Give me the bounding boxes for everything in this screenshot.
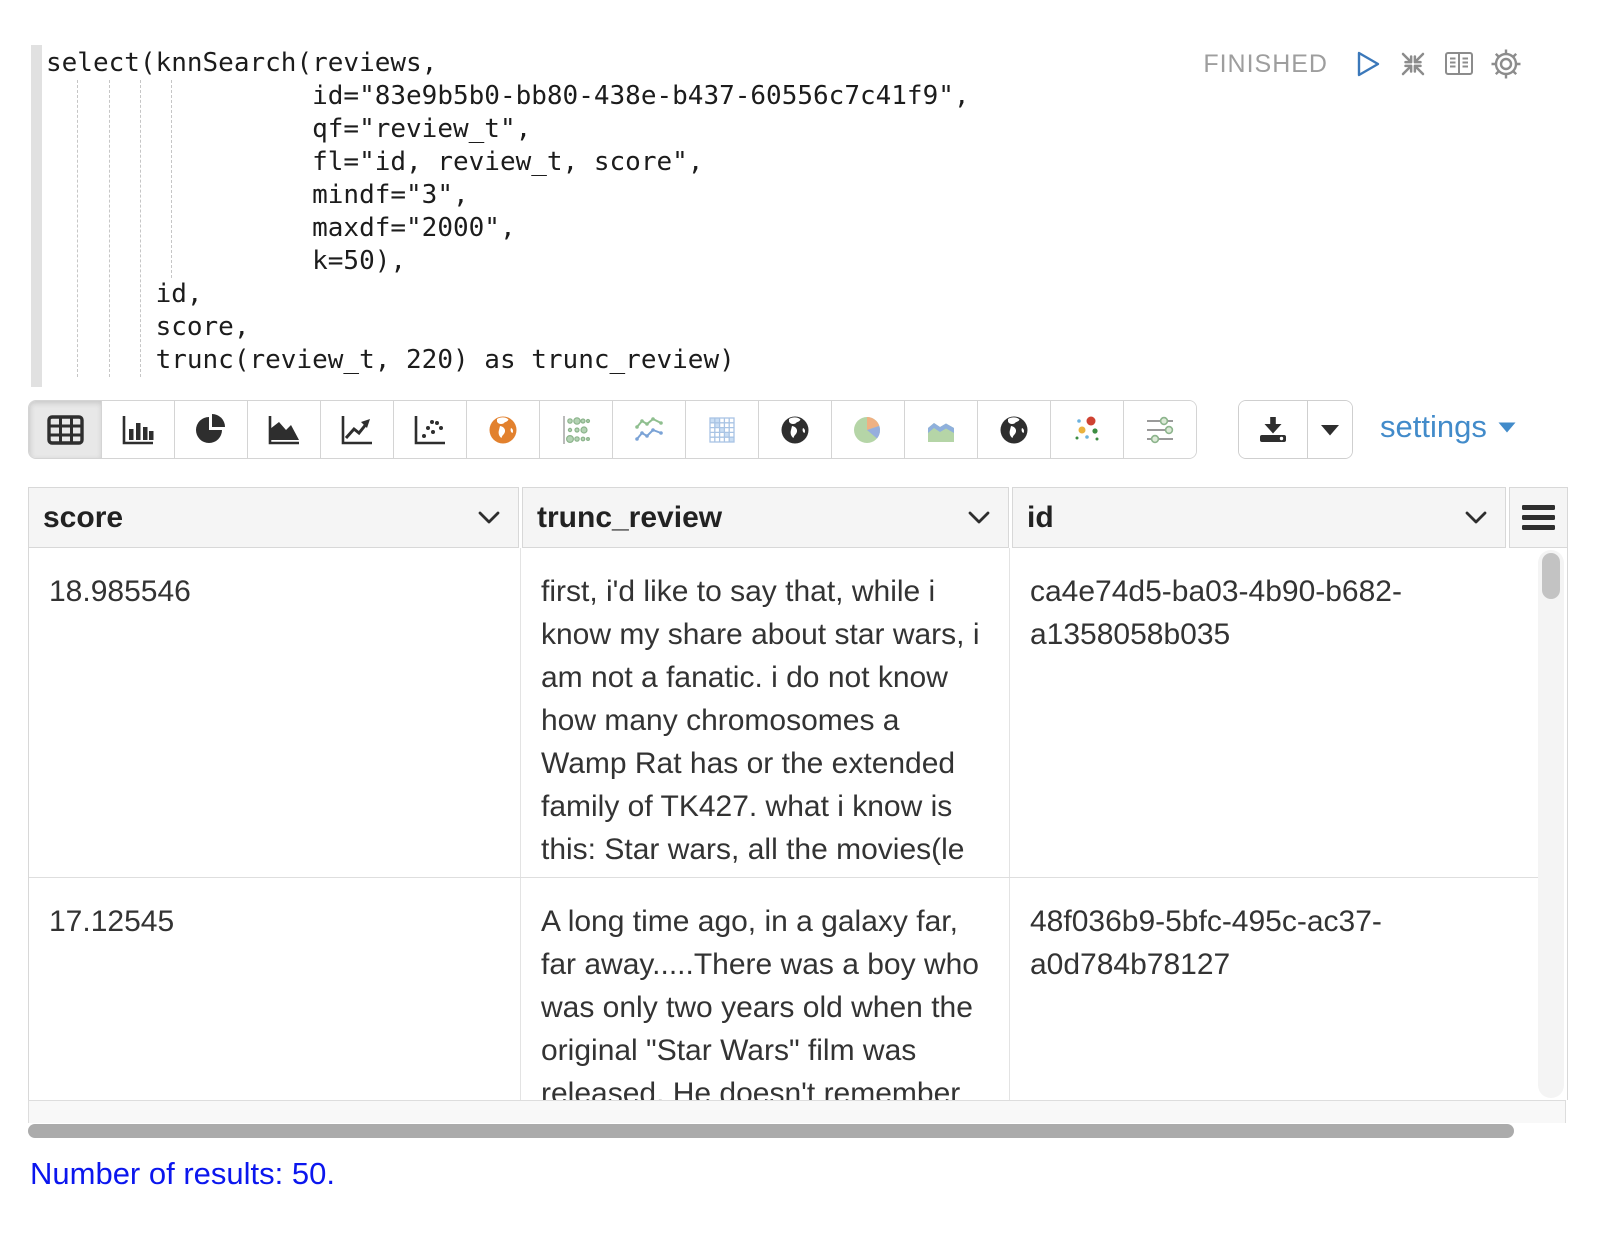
pie-chart-icon xyxy=(194,413,228,447)
viz-pie-colored-button[interactable] xyxy=(832,401,905,458)
heatmap-icon xyxy=(705,413,739,447)
status-label: FINISHED xyxy=(1203,50,1328,79)
viz-scatter-plot-button[interactable] xyxy=(394,401,467,458)
scatter-plot-icon xyxy=(412,414,448,446)
pie-chart-colored-icon xyxy=(851,413,885,447)
horizontal-scrollbar[interactable] xyxy=(28,1124,1568,1138)
viz-toolbar: settings xyxy=(28,400,1578,459)
show-editor-button[interactable] xyxy=(1443,50,1475,78)
vertical-scrollbar[interactable] xyxy=(1538,550,1564,1098)
line-chart-icon xyxy=(339,414,375,446)
code-line: mindf="3", xyxy=(46,179,970,212)
table-row: 18.985546 first, i'd like to say that, w… xyxy=(29,548,1538,878)
caret-down-icon xyxy=(1497,421,1517,434)
code-line: id="83e9b5b0-bb80-438e-b437-60556c7c41f9… xyxy=(46,80,970,113)
horizontal-scrollbar-thumb[interactable] xyxy=(28,1124,1514,1138)
column-header-id[interactable]: id xyxy=(1012,487,1506,548)
gear-icon xyxy=(1490,48,1522,80)
code-line: id, xyxy=(46,278,970,311)
table-body: 18.985546 first, i'd like to say that, w… xyxy=(28,548,1568,1100)
cell-score: 18.985546 xyxy=(29,548,521,877)
viz-area-colored-button[interactable] xyxy=(905,401,978,458)
table-menu-button[interactable] xyxy=(1509,487,1568,548)
viz-range-sliders-button[interactable] xyxy=(1124,401,1196,458)
viz-bar-chart-button[interactable] xyxy=(102,401,175,458)
code-line: score, xyxy=(46,311,970,344)
area-chart-colored-icon xyxy=(923,414,959,446)
code-line: k=50), xyxy=(46,245,970,278)
table-row: 17.12545 A long time ago, in a galaxy fa… xyxy=(29,878,1538,1100)
bar-chart-icon xyxy=(120,414,156,446)
notebook-paragraph: select(knnSearch(reviews, id="83e9b5b0-b… xyxy=(0,0,1606,1250)
viz-table-button[interactable] xyxy=(29,401,102,458)
results-table: score trunc_review id 18.985546 first, i… xyxy=(28,487,1568,1138)
viz-button-group xyxy=(28,400,1197,459)
cell-trunc-review: A long time ago, in a galaxy far, far aw… xyxy=(521,878,1010,1100)
chevron-down-icon[interactable] xyxy=(966,510,992,526)
paragraph-settings-button[interactable] xyxy=(1490,48,1522,80)
code-line: select(knnSearch(reviews, xyxy=(46,47,970,80)
globe-dark-2-icon xyxy=(997,413,1031,447)
viz-pie-chart-button[interactable] xyxy=(175,401,248,458)
download-icon xyxy=(1256,415,1290,445)
code-line: fl="id, review_t, score", xyxy=(46,146,970,179)
play-icon xyxy=(1353,48,1383,80)
viz-map-button[interactable] xyxy=(467,401,540,458)
bubble-grid-icon xyxy=(558,414,594,446)
globe-dark-icon xyxy=(778,413,812,447)
code-line: trunc(review_t, 220) as trunc_review) xyxy=(46,344,970,377)
results-count: Number of results: 50. xyxy=(30,1156,335,1192)
cell-trunc-review: first, i'd like to say that, while i kno… xyxy=(521,548,1010,877)
paragraph-controls: FINISHED xyxy=(1203,48,1522,80)
multi-line-chart-icon xyxy=(631,414,667,446)
viz-scatter-colored-button[interactable] xyxy=(1051,401,1124,458)
column-label: trunc_review xyxy=(537,501,722,535)
download-split-button xyxy=(1238,400,1353,459)
viz-globe-2-button[interactable] xyxy=(978,401,1051,458)
cell-score: 17.12545 xyxy=(29,878,521,1100)
table-icon xyxy=(47,414,84,446)
column-header-score[interactable]: score xyxy=(28,487,519,548)
scatter-colored-icon xyxy=(1070,413,1104,447)
table-footer-strip xyxy=(28,1100,1566,1123)
cell-id: ca4e74d5-ba03-4b90-b682-a1358058b035 xyxy=(1010,548,1538,877)
caret-down-icon xyxy=(1319,423,1341,437)
viz-globe-button[interactable] xyxy=(759,401,832,458)
chevron-down-icon[interactable] xyxy=(1463,510,1489,526)
download-caret-button[interactable] xyxy=(1308,401,1352,458)
viz-area-chart-button[interactable] xyxy=(248,401,321,458)
viz-heatmap-button[interactable] xyxy=(686,401,759,458)
indent-guide xyxy=(140,80,141,377)
globe-orange-icon xyxy=(486,413,520,447)
range-sliders-icon xyxy=(1142,414,1178,446)
indent-guide xyxy=(109,80,110,377)
book-icon xyxy=(1443,50,1475,78)
code-line: qf="review_t", xyxy=(46,113,970,146)
viz-line-chart-button[interactable] xyxy=(321,401,394,458)
code-editor[interactable]: select(knnSearch(reviews, id="83e9b5b0-b… xyxy=(46,47,970,377)
area-chart-icon xyxy=(266,414,302,446)
compress-icon xyxy=(1398,49,1428,79)
settings-link[interactable]: settings xyxy=(1380,409,1517,445)
column-label: id xyxy=(1027,501,1054,535)
indent-guide xyxy=(77,80,78,377)
cell-id: 48f036b9-5bfc-495c-ac37-a0d784b78127 xyxy=(1010,878,1538,1100)
paragraph-gutter xyxy=(31,45,42,387)
column-header-trunc-review[interactable]: trunc_review xyxy=(522,487,1009,548)
settings-label: settings xyxy=(1380,409,1487,445)
hamburger-menu-icon xyxy=(1521,504,1557,531)
code-line: maxdf="2000", xyxy=(46,212,970,245)
column-label: score xyxy=(43,501,123,535)
viz-bubble-grid-button[interactable] xyxy=(540,401,613,458)
viz-multi-line-button[interactable] xyxy=(613,401,686,458)
collapse-button[interactable] xyxy=(1398,49,1428,79)
download-button[interactable] xyxy=(1239,401,1308,458)
indent-guide xyxy=(171,80,172,278)
run-button[interactable] xyxy=(1353,48,1383,80)
vertical-scrollbar-thumb[interactable] xyxy=(1542,553,1560,599)
chevron-down-icon[interactable] xyxy=(476,510,502,526)
